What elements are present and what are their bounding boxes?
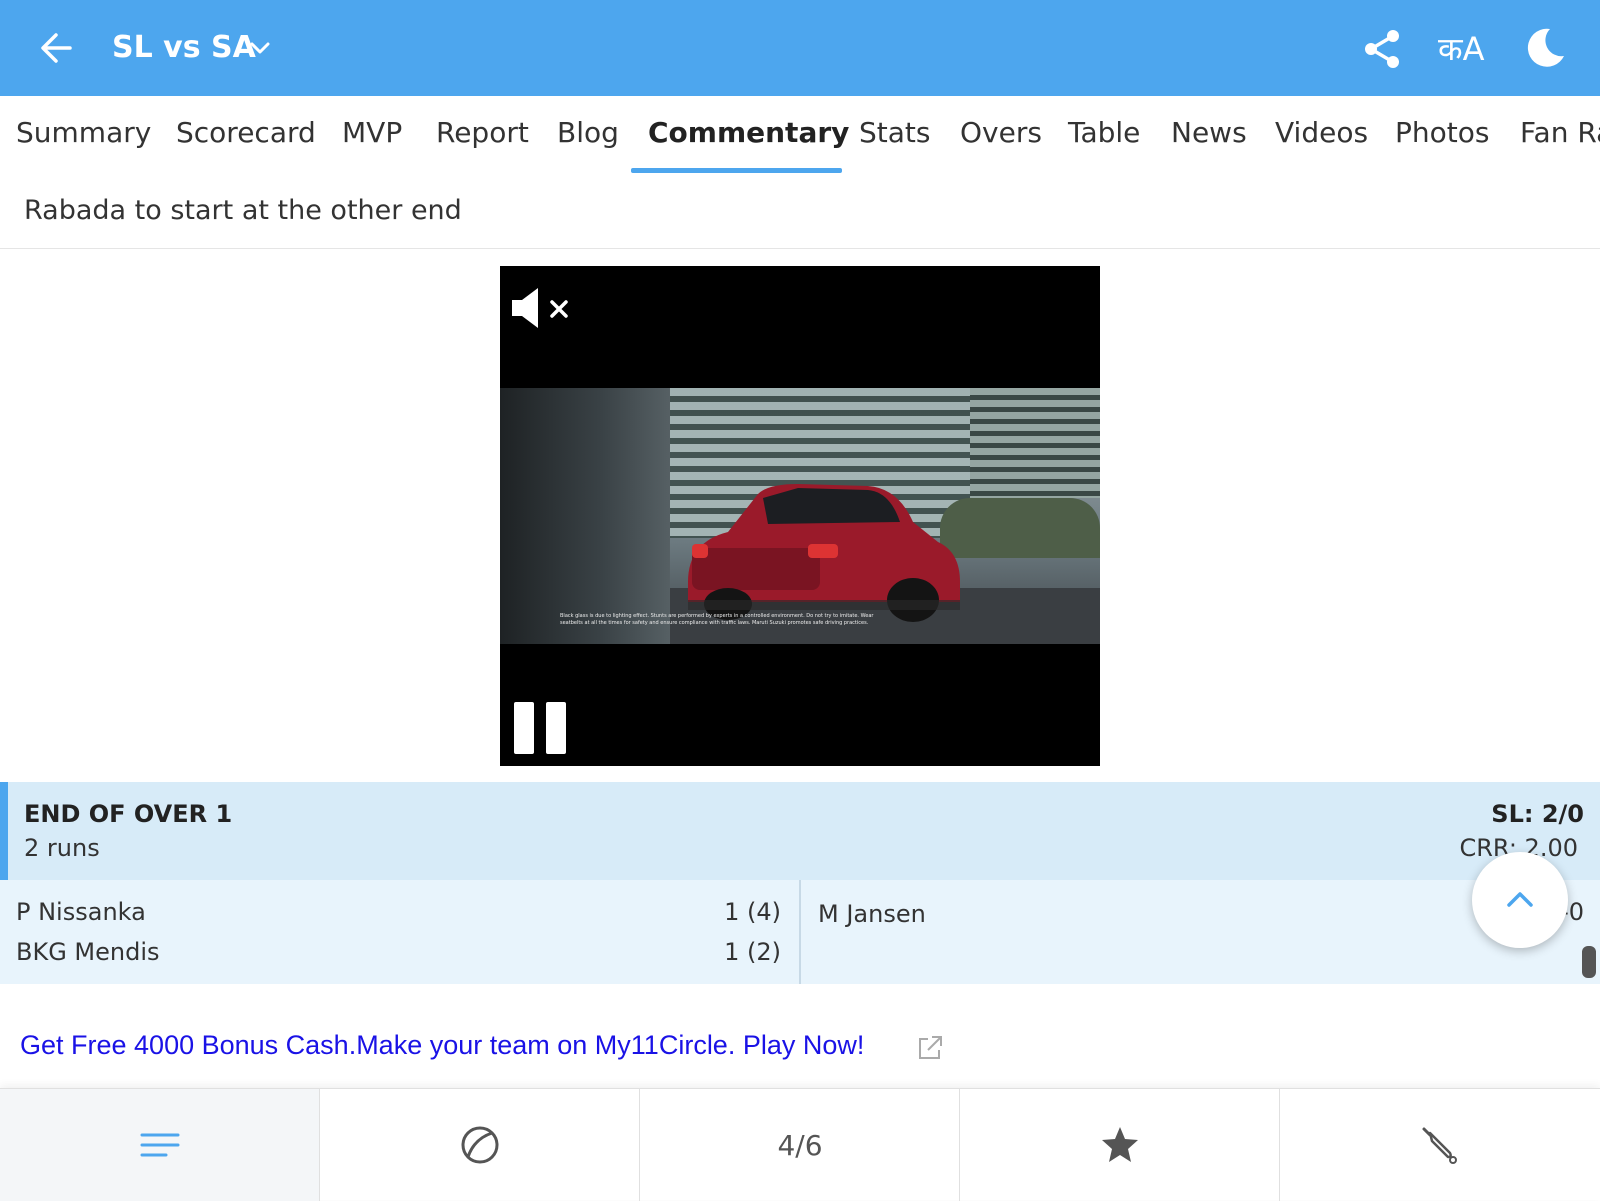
tab-news[interactable]: News <box>1171 116 1247 150</box>
end-of-over-summary: END OF OVER 1 2 runs SL: 2/0 CRR: 2.00 <box>0 782 1600 880</box>
divider <box>0 248 1600 249</box>
commentary-text: Rabada to start at the other end <box>24 195 462 226</box>
external-link-icon[interactable] <box>916 1034 944 1062</box>
batters-column: P Nissanka 1 (4) BKG Mendis 1 (2) <box>0 880 801 984</box>
batter-figures: 1 (2) <box>724 938 781 966</box>
scroll-to-top-button[interactable] <box>1472 852 1568 948</box>
nav-innings-count[interactable]: 4/6 <box>640 1089 960 1201</box>
promo-link[interactable]: Get Free 4000 Bonus Cash.Make your team … <box>20 1030 864 1061</box>
chevron-down-icon[interactable] <box>248 34 272 62</box>
bottom-navigation: 4/6 <box>0 1088 1600 1201</box>
over-runs: 2 runs <box>24 834 100 862</box>
video-building <box>970 388 1100 498</box>
nav-ball-by-ball[interactable] <box>320 1089 640 1201</box>
tab-stats[interactable]: Stats <box>859 116 930 150</box>
nav-commentary[interactable] <box>0 1089 320 1201</box>
innings-count: 4/6 <box>777 1129 823 1162</box>
batter-name: P Nissanka <box>16 898 146 926</box>
match-tabs: Summary Scorecard MVP Report Blog Commen… <box>0 96 1600 174</box>
app-header: SL vs SA कA <box>0 0 1600 96</box>
menu-icon <box>140 1133 180 1157</box>
language-toggle[interactable]: कA <box>1438 30 1484 68</box>
team-score: SL: 2/0 <box>1491 800 1584 828</box>
ball-icon <box>461 1126 499 1164</box>
red-car-image <box>688 484 960 622</box>
mute-icon[interactable] <box>510 286 574 330</box>
nav-batting[interactable] <box>1280 1089 1600 1201</box>
match-title[interactable]: SL vs SA <box>112 28 256 68</box>
moon-icon[interactable] <box>1522 26 1566 70</box>
back-arrow-icon[interactable] <box>36 28 76 68</box>
video-pillar <box>500 388 670 644</box>
ad-disclaimer: Black glass is due to lighting effect. S… <box>560 613 874 626</box>
tab-table[interactable]: Table <box>1068 116 1140 150</box>
players-summary: P Nissanka 1 (4) BKG Mendis 1 (2) M Jans… <box>0 880 1600 984</box>
tab-fan-ratings[interactable]: Fan Ra <box>1520 116 1600 150</box>
tab-summary[interactable]: Summary <box>16 116 151 150</box>
batter-name: BKG Mendis <box>16 938 160 966</box>
bowler-name: M Jansen <box>818 900 926 928</box>
nav-highlights[interactable] <box>960 1089 1280 1201</box>
video-ad-player[interactable]: Black glass is due to lighting effect. S… <box>500 266 1100 766</box>
share-icon[interactable] <box>1362 28 1402 70</box>
star-icon <box>1102 1127 1138 1162</box>
tab-commentary[interactable]: Commentary <box>648 116 849 150</box>
bat-icon <box>1422 1127 1457 1164</box>
video-frame: Black glass is due to lighting effect. S… <box>500 388 1100 644</box>
tab-videos[interactable]: Videos <box>1275 116 1368 150</box>
pause-icon[interactable] <box>514 702 566 754</box>
tab-report[interactable]: Report <box>436 116 529 150</box>
batter-figures: 1 (4) <box>724 898 781 926</box>
scrollbar-thumb[interactable] <box>1582 946 1596 978</box>
tab-overs[interactable]: Overs <box>960 116 1042 150</box>
active-tab-indicator <box>631 168 842 173</box>
tab-scorecard[interactable]: Scorecard <box>176 116 316 150</box>
tab-photos[interactable]: Photos <box>1395 116 1489 150</box>
tab-mvp[interactable]: MVP <box>342 116 402 150</box>
tab-blog[interactable]: Blog <box>557 116 619 150</box>
chevron-up-icon <box>1507 892 1533 907</box>
over-heading: END OF OVER 1 <box>24 800 233 828</box>
